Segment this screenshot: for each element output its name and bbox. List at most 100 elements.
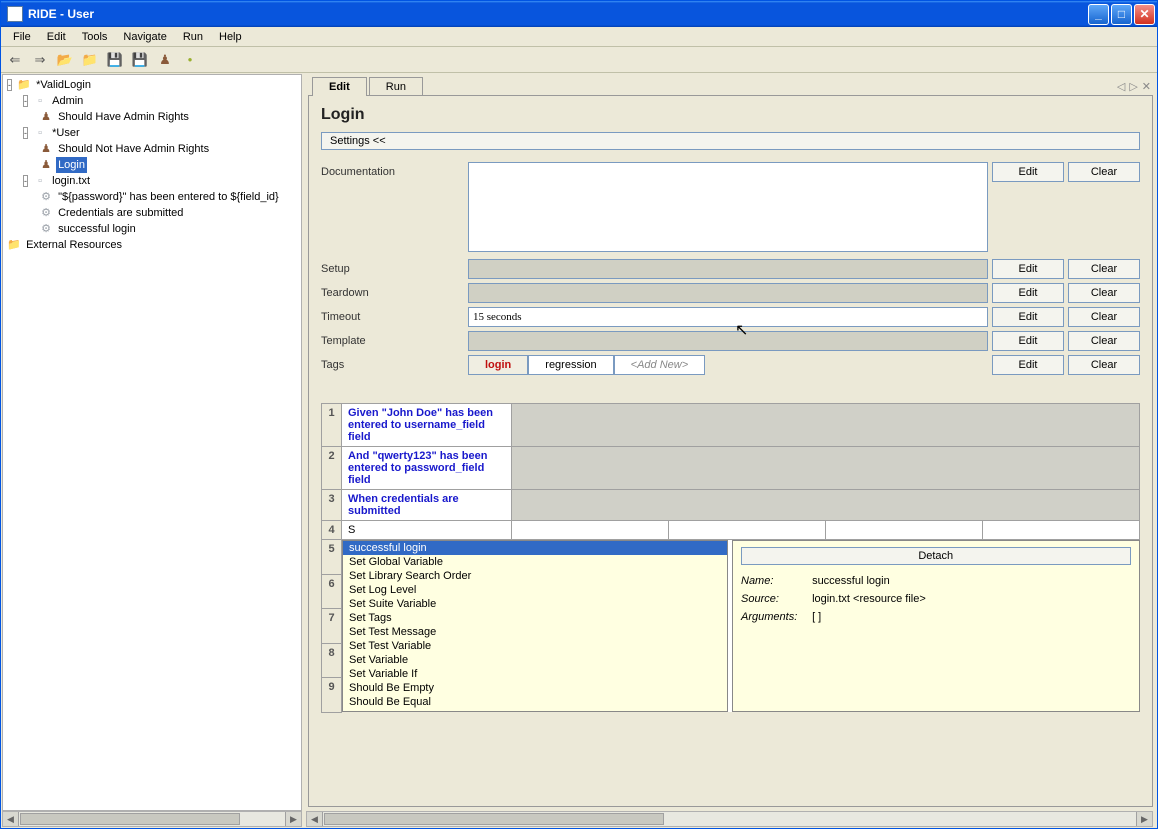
menu-run[interactable]: Run — [175, 29, 211, 45]
tab-close-icon[interactable]: ✕ — [1142, 80, 1151, 93]
tab-next-icon[interactable]: ▷ — [1129, 80, 1137, 93]
detail-source-label: Source: — [741, 593, 809, 605]
window-title: RIDE - User — [28, 7, 1088, 21]
teardown-field[interactable] — [468, 283, 988, 303]
scroll-left-icon[interactable]: ◀ — [3, 812, 19, 826]
clear-button[interactable]: Clear — [1068, 162, 1140, 182]
autocomplete-item[interactable]: Should Be Empty — [343, 681, 727, 695]
clear-button[interactable]: Clear — [1068, 331, 1140, 351]
tree-hscrollbar[interactable]: ◀ ▶ — [2, 811, 302, 827]
back-icon[interactable]: ⇐ — [5, 50, 25, 70]
autocomplete-item[interactable]: Set Variable — [343, 653, 727, 667]
search-icon[interactable]: ● — [180, 50, 200, 70]
autocomplete-item[interactable]: Set Log Level — [343, 583, 727, 597]
steps-grid[interactable]: 1 Given "John Doe" has been entered to u… — [321, 403, 1140, 713]
save-all-icon[interactable]: 💾 — [130, 50, 150, 70]
autocomplete-item[interactable]: Should Be Equal — [343, 695, 727, 709]
tab-prev-icon[interactable]: ◁ — [1117, 80, 1125, 93]
settings-toggle-button[interactable]: Settings << — [321, 132, 1140, 150]
autocomplete-item[interactable]: Set Tags — [343, 611, 727, 625]
autocomplete-item[interactable]: Should Be Equal As Integers — [343, 709, 727, 712]
edit-button[interactable]: Edit — [992, 331, 1064, 351]
tab-run[interactable]: Run — [369, 77, 423, 96]
grid-cell[interactable] — [825, 521, 982, 540]
row-number: 1 — [322, 404, 342, 447]
detail-args-value: [ ] — [812, 611, 821, 623]
menu-edit[interactable]: Edit — [39, 29, 74, 45]
expander-icon[interactable]: - — [23, 127, 28, 139]
autocomplete-item[interactable]: Set Test Variable — [343, 639, 727, 653]
open-dir-icon[interactable]: 📁 — [80, 50, 100, 70]
autocomplete-item[interactable]: Set Test Message — [343, 625, 727, 639]
keyword-icon: ⚙ — [39, 190, 53, 204]
tree-keyword[interactable]: Credentials are submitted — [56, 205, 185, 221]
grid-hscrollbar[interactable]: ◀ ▶ — [306, 811, 1153, 827]
autocomplete-item[interactable]: Set Global Variable — [343, 555, 727, 569]
grid-cell-editing[interactable]: S — [342, 521, 512, 540]
tree-external-resources[interactable]: External Resources — [24, 237, 124, 253]
tree-suite-admin[interactable]: Admin — [50, 93, 85, 109]
expander-icon[interactable]: - — [23, 95, 28, 107]
edit-button[interactable]: Edit — [992, 355, 1064, 375]
scroll-right-icon[interactable]: ▶ — [1136, 812, 1152, 826]
close-button[interactable]: ✕ — [1134, 4, 1155, 25]
menu-tools[interactable]: Tools — [74, 29, 116, 45]
robot-icon[interactable]: ♟ — [155, 50, 175, 70]
tag-regression[interactable]: regression — [528, 355, 613, 375]
tag-add-new[interactable]: <Add New> — [614, 355, 705, 375]
scroll-left-icon[interactable]: ◀ — [307, 812, 323, 826]
edit-button[interactable]: Edit — [992, 283, 1064, 303]
autocomplete-item[interactable]: Set Variable If — [343, 667, 727, 681]
expander-icon[interactable]: - — [7, 79, 12, 91]
documentation-field[interactable] — [468, 162, 988, 252]
tab-edit[interactable]: Edit — [312, 77, 367, 96]
grid-cell[interactable]: Given "John Doe" has been entered to use… — [342, 404, 512, 447]
tree-root[interactable]: *ValidLogin — [34, 77, 93, 93]
maximize-button[interactable]: □ — [1111, 4, 1132, 25]
clear-button[interactable]: Clear — [1068, 355, 1140, 375]
minimize-button[interactable]: _ — [1088, 4, 1109, 25]
tag-login[interactable]: login — [468, 355, 528, 375]
tree-panel[interactable]: - 📁 *ValidLogin - ▫ Admin ♟ — [2, 74, 302, 811]
grid-cell[interactable]: When credentials are submitted — [342, 490, 512, 521]
template-field[interactable] — [468, 331, 988, 351]
edit-button[interactable]: Edit — [992, 259, 1064, 279]
setup-field[interactable] — [468, 259, 988, 279]
tags-label: Tags — [321, 355, 468, 375]
grid-cell[interactable] — [668, 521, 825, 540]
grid-cell[interactable] — [512, 521, 669, 540]
clear-button[interactable]: Clear — [1068, 307, 1140, 327]
clear-button[interactable]: Clear — [1068, 259, 1140, 279]
edit-button[interactable]: Edit — [992, 307, 1064, 327]
row-number: 2 — [322, 447, 342, 490]
scroll-thumb[interactable] — [20, 813, 240, 825]
tree-resource-file[interactable]: login.txt — [50, 173, 92, 189]
save-icon[interactable]: 💾 — [105, 50, 125, 70]
scroll-thumb[interactable] — [324, 813, 664, 825]
autocomplete-item[interactable]: successful login — [343, 541, 727, 555]
tree-suite-user[interactable]: *User — [50, 125, 82, 141]
forward-icon[interactable]: ⇒ — [30, 50, 50, 70]
autocomplete-list[interactable]: successful loginSet Global VariableSet L… — [342, 540, 728, 712]
tree-test-login[interactable]: Login — [56, 157, 87, 173]
menu-navigate[interactable]: Navigate — [115, 29, 174, 45]
titlebar[interactable]: RIDE - User _ □ ✕ — [1, 1, 1157, 27]
tree-test[interactable]: Should Have Admin Rights — [56, 109, 191, 125]
open-folder-icon[interactable]: 📂 — [55, 50, 75, 70]
grid-cell[interactable]: And "qwerty123" has been entered to pass… — [342, 447, 512, 490]
tree-keyword[interactable]: successful login — [56, 221, 138, 237]
tree-keyword[interactable]: "${password}" has been entered to ${fiel… — [56, 189, 281, 205]
tree-test[interactable]: Should Not Have Admin Rights — [56, 141, 211, 157]
detach-button[interactable]: Detach — [741, 547, 1131, 565]
edit-button[interactable]: Edit — [992, 162, 1064, 182]
timeout-field[interactable] — [468, 307, 988, 327]
menu-help[interactable]: Help — [211, 29, 250, 45]
expander-icon[interactable]: - — [23, 175, 28, 187]
grid-cell[interactable] — [982, 521, 1139, 540]
autocomplete-item[interactable]: Set Library Search Order — [343, 569, 727, 583]
detail-name-label: Name: — [741, 575, 809, 587]
autocomplete-item[interactable]: Set Suite Variable — [343, 597, 727, 611]
scroll-right-icon[interactable]: ▶ — [285, 812, 301, 826]
clear-button[interactable]: Clear — [1068, 283, 1140, 303]
menu-file[interactable]: File — [5, 29, 39, 45]
